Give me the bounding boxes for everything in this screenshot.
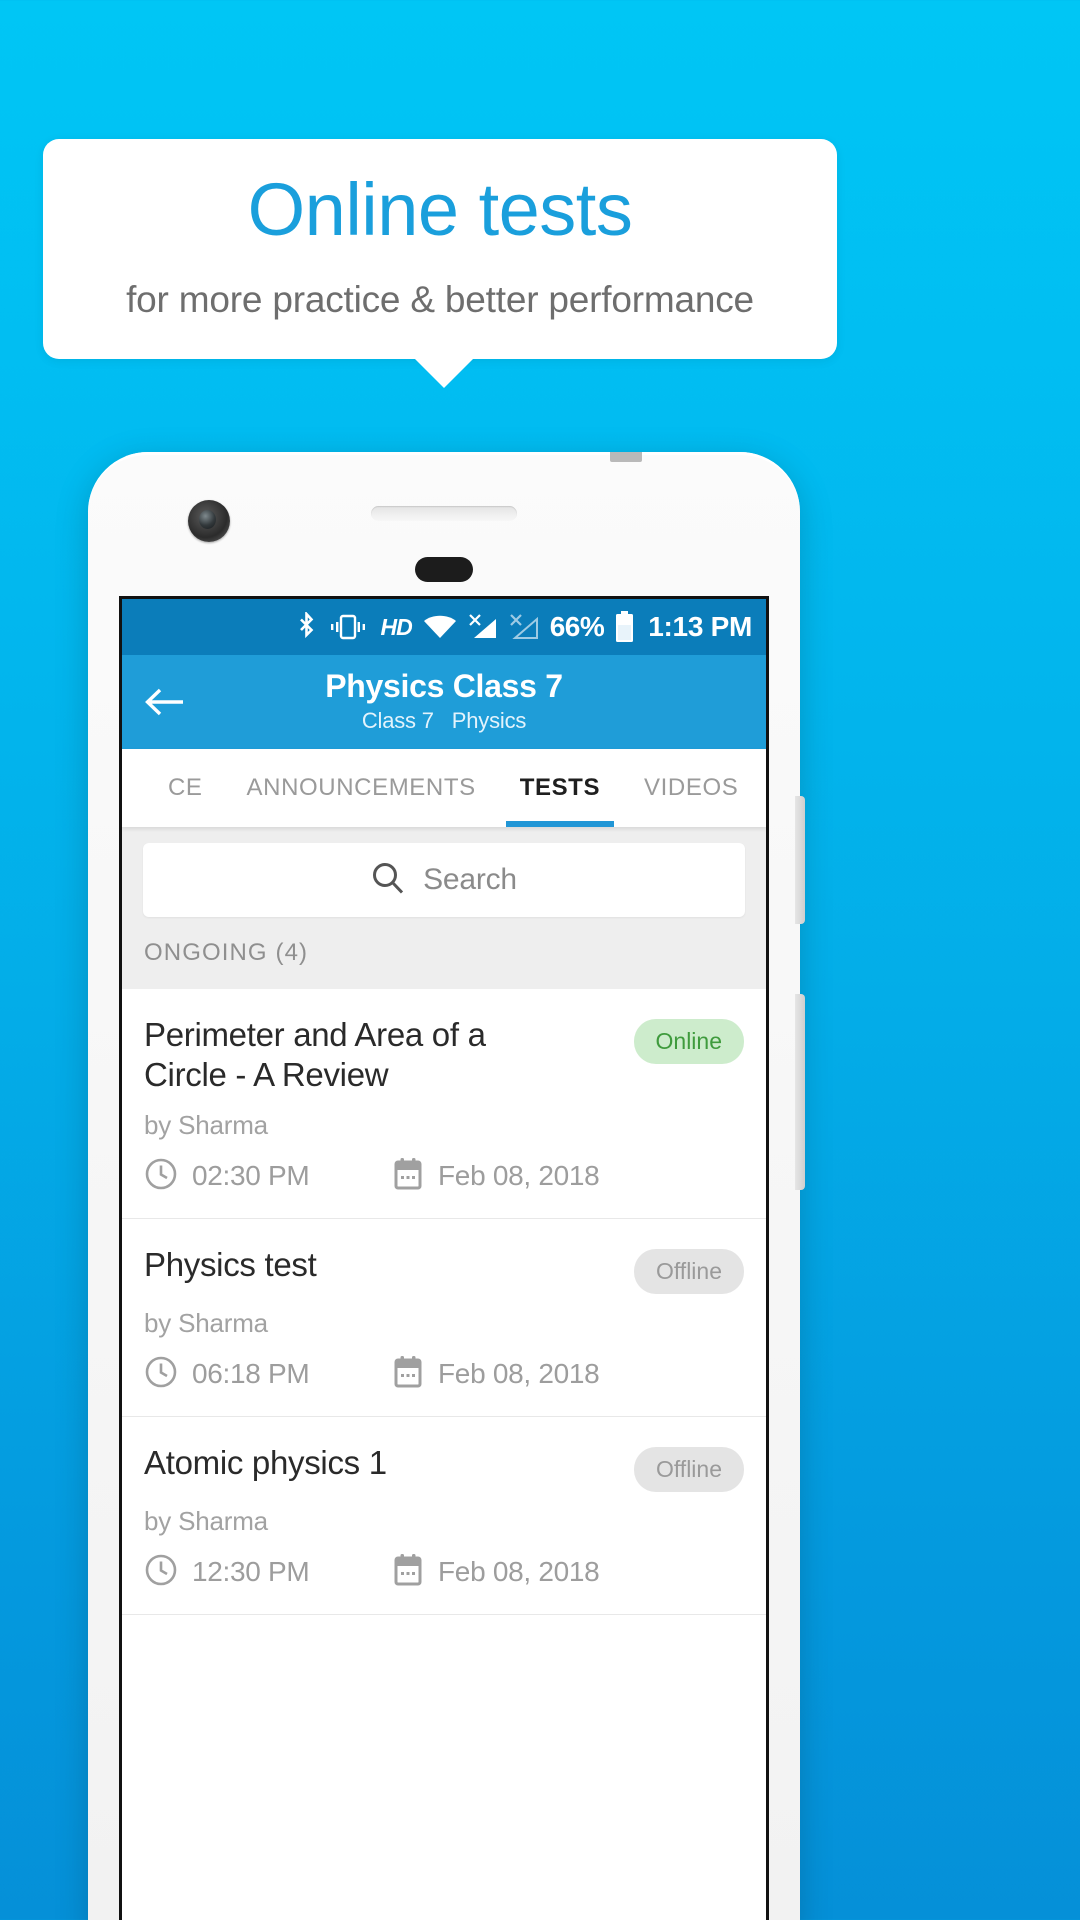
back-arrow-icon[interactable] [144,683,186,721]
breadcrumb: Class 7 Physics [353,708,535,734]
test-time-group: 02:30 PM [144,1157,392,1196]
test-date: Feb 08, 2018 [438,1160,600,1191]
app-bar: Physics Class 7 Class 7 Physics [122,655,766,749]
status-bar: HD 66% 1:13 PM [122,599,766,655]
table-row[interactable]: Physics test Offline by Sharma 06:18 PM [122,1219,766,1417]
battery-icon [615,611,634,643]
test-meta: 06:18 PM Feb 08, 2018 [144,1355,744,1394]
tab-announcements[interactable]: ANNOUNCEMENTS [225,749,498,827]
test-date: Feb 08, 2018 [438,1358,600,1389]
signal-no-sim-icon [468,613,498,641]
page-title: Physics Class 7 [325,667,563,704]
phone-antenna-band [610,452,642,462]
clock-icon [144,1355,178,1394]
promo-bubble: Online tests for more practice & better … [43,139,837,359]
test-author: by Sharma [144,1307,268,1338]
tab-videos[interactable]: VIDEOS [622,749,760,827]
signal-no-service-icon [509,613,539,641]
test-date-group: Feb 08, 2018 [392,1157,600,1196]
row-header: Atomic physics 1 Offline [144,1443,744,1492]
phone-screen: HD 66% 1:13 PM Physics Class 7 Class 7 P… [119,596,769,1920]
test-time-group: 06:18 PM [144,1355,392,1394]
status-bar-clock: 1:13 PM [648,611,752,642]
clock-icon [144,1553,178,1592]
tab-tests[interactable]: TESTS [498,749,622,827]
tab-ce[interactable]: CE [146,749,225,827]
search-section: Search [122,827,766,935]
table-row[interactable]: Perimeter and Area of a Circle - A Revie… [122,989,766,1219]
status-badge: Offline [633,1248,744,1294]
tests-list: Perimeter and Area of a Circle - A Revie… [122,989,766,1615]
breadcrumb-class: Class 7 [361,708,434,734]
test-time: 12:30 PM [192,1556,310,1587]
row-header: Physics test Offline [144,1245,744,1294]
hd-label: HD [380,613,412,640]
tab-bar: CE ANNOUNCEMENTS TESTS VIDEOS [122,749,766,827]
test-title: Perimeter and Area of a Circle - A Revie… [144,1016,486,1094]
status-badge: Online [633,1019,744,1064]
calendar-icon [392,1355,424,1394]
test-meta: 02:30 PM Feb 08, 2018 [144,1157,744,1196]
test-time: 06:18 PM [192,1358,310,1389]
test-time-group: 12:30 PM [144,1553,392,1592]
earpiece-speaker [371,506,517,521]
test-author: by Sharma [144,1109,268,1140]
search-input[interactable]: Search [143,843,745,917]
status-badge: Offline [633,1446,744,1492]
test-title: Physics test [144,1245,317,1283]
search-icon [371,861,405,900]
table-row[interactable]: Atomic physics 1 Offline by Sharma 12:30… [122,1417,766,1615]
breadcrumb-subject: Physics [451,708,527,734]
calendar-icon [392,1157,424,1196]
test-date-group: Feb 08, 2018 [392,1553,600,1592]
test-meta: 12:30 PM Feb 08, 2018 [144,1553,744,1592]
volume-button[interactable] [795,994,805,1190]
test-author: by Sharma [144,1505,268,1536]
search-placeholder: Search [423,863,517,896]
test-date: Feb 08, 2018 [438,1556,600,1587]
row-header: Perimeter and Area of a Circle - A Revie… [144,1015,744,1096]
test-date-group: Feb 08, 2018 [392,1355,600,1394]
front-camera-icon [188,500,230,542]
promo-bubble-tail [413,357,475,388]
battery-percent-label: 66% [549,611,605,642]
sensor-bar [415,557,473,582]
wifi-icon [423,614,457,640]
test-title: Atomic physics 1 [144,1443,387,1481]
section-header-ongoing: ONGOING (4) [122,935,766,989]
bluetooth-icon [297,612,316,642]
power-button[interactable] [795,796,805,924]
test-time: 02:30 PM [192,1160,310,1191]
clock-icon [144,1157,178,1196]
phone-mockup: HD 66% 1:13 PM Physics Class 7 Class 7 P… [88,452,805,1920]
calendar-icon [392,1553,424,1592]
vibrate-icon [327,613,369,641]
promo-subtitle: for more practice & better performance [126,279,754,320]
promo-title: Online tests [247,168,633,251]
